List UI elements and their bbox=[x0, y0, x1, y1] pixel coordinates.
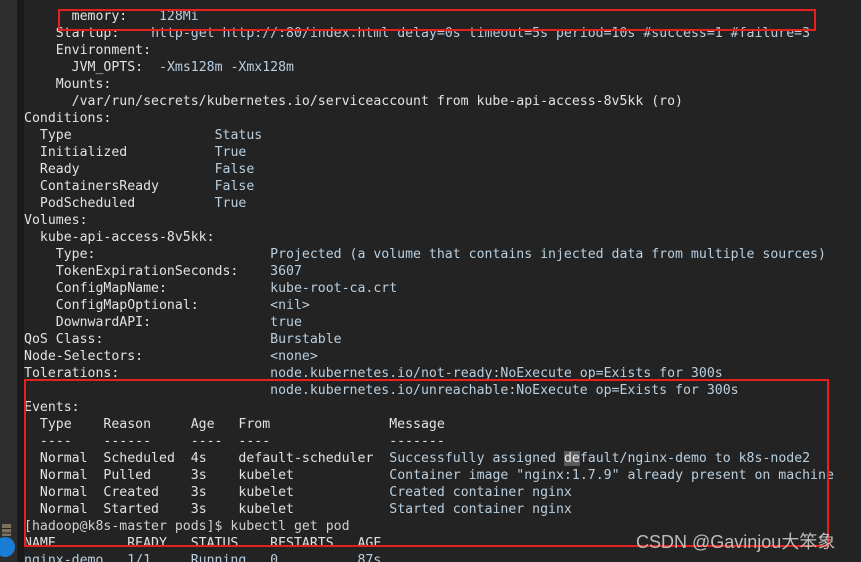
terminal-line: Events: bbox=[24, 400, 80, 416]
window-chrome-divider bbox=[17, 0, 24, 562]
app-tray-glyph bbox=[2, 524, 11, 536]
terminal-window: memory: 128Mi Startup: http-get http://:… bbox=[0, 0, 861, 562]
terminal-line: /var/run/secrets/kubernetes.io/serviceac… bbox=[71, 94, 683, 110]
terminal-line: Environment: bbox=[55, 43, 152, 59]
terminal-line: Ready False bbox=[39, 162, 255, 178]
terminal-line: QoS Class: Burstable bbox=[24, 332, 342, 348]
terminal-line: Type Reason Age From Message bbox=[39, 417, 445, 433]
app-indicator-icon[interactable] bbox=[0, 537, 15, 557]
terminal-line: ConfigMapOptional: <nil> bbox=[55, 298, 310, 314]
terminal-line: Type: Projected (a volume that contains … bbox=[55, 247, 826, 263]
terminal-line: ContainersReady False bbox=[39, 179, 255, 195]
terminal-line: memory: 128Mi bbox=[71, 9, 199, 25]
event-row: Normal Pulled 3s kubelet Container image… bbox=[39, 468, 834, 484]
terminal-line: DownwardAPI: true bbox=[55, 315, 302, 331]
terminal-line: TokenExpirationSeconds: 3607 bbox=[55, 264, 302, 280]
event-row: Normal Started 3s kubelet Started contai… bbox=[39, 502, 572, 518]
terminal-line: Volumes: bbox=[24, 213, 88, 229]
terminal-line: Type Status bbox=[39, 128, 263, 144]
terminal-line: ---- ------ ---- ---- ------- bbox=[39, 434, 445, 450]
terminal-line: PodScheduled True bbox=[39, 196, 247, 212]
terminal-line: Mounts: bbox=[55, 77, 112, 93]
terminal-line: kube-api-access-8v5kk: bbox=[39, 230, 215, 246]
terminal-line: ConfigMapName: kube-root-ca.crt bbox=[55, 281, 398, 297]
window-left-chrome bbox=[0, 0, 18, 562]
terminal-line: Node-Selectors: <none> bbox=[24, 349, 318, 365]
terminal-line: Startup: http-get http://:80/index.html … bbox=[55, 26, 811, 42]
terminal-line: Tolerations: node.kubernetes.io/not-read… bbox=[24, 366, 723, 382]
event-row: Normal Created 3s kubelet Created contai… bbox=[39, 485, 572, 501]
terminal-output[interactable]: memory: 128Mi Startup: http-get http://:… bbox=[24, 8, 861, 562]
terminal-line: JVM_OPTS: -Xms128m -Xmx128m bbox=[71, 60, 294, 76]
terminal-line: Initialized True bbox=[39, 145, 247, 161]
watermark-label: CSDN @Gavinjou大笨象 bbox=[636, 532, 836, 552]
terminal-line: Conditions: bbox=[24, 111, 112, 127]
event-row: Normal Scheduled 4s default-scheduler Su… bbox=[39, 451, 811, 467]
terminal-line: node.kubernetes.io/unreachable:NoExecute… bbox=[270, 383, 739, 399]
